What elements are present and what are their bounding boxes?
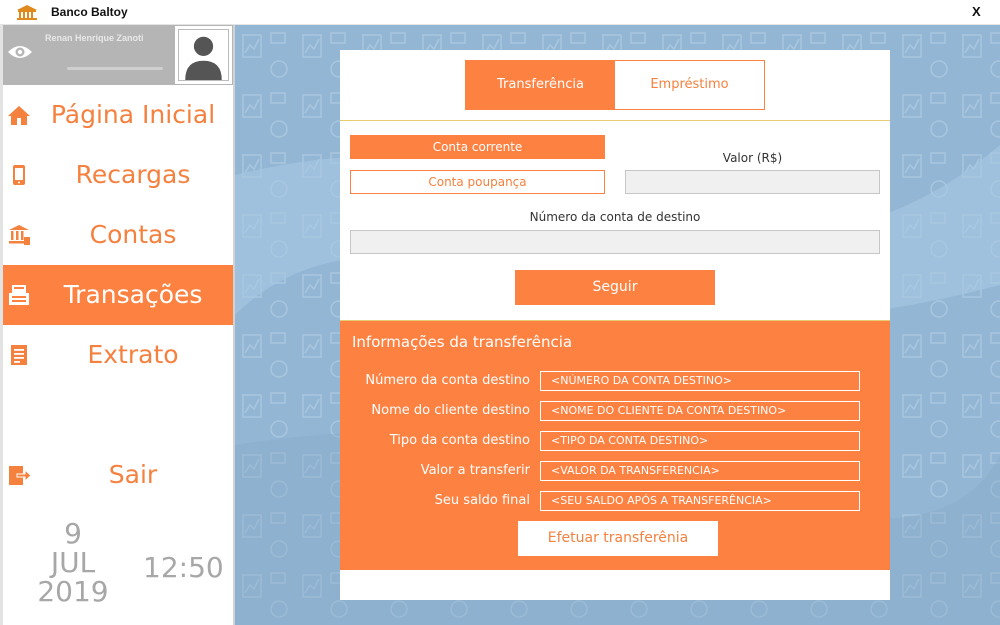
info-label-dest-type: Tipo da conta destino [389, 433, 530, 448]
title-bar: Banco Baltoy X [0, 0, 1000, 25]
sidebar-item-recargas[interactable]: Recargas [3, 145, 233, 205]
sidebar-item-label: Contas [89, 220, 177, 249]
statement-icon [11, 345, 27, 365]
phone-icon [13, 165, 25, 185]
avatar [175, 26, 232, 84]
info-label-amount: Valor a transferir [420, 463, 530, 478]
info-value-amount: <VALOR DA TRANSFERENCIA> [540, 461, 860, 481]
sidebar-item-label: Transações [63, 280, 203, 309]
sidebar: Renan Henrique Zanoti Página Inicial Rec… [0, 25, 235, 625]
user-silhouette-icon [185, 36, 222, 80]
info-value-dest-account: <NÚMERO DA CONTA DESTINO> [540, 371, 860, 391]
sidebar-item-label: Extrato [87, 340, 179, 369]
close-button[interactable]: X [972, 4, 981, 19]
sidebar-item-label: Recargas [75, 160, 191, 189]
window-title: Banco Baltoy [51, 5, 128, 19]
info-value-final-balance: <SEU SALDO APÓS A TRANSFERÊNCIA> [540, 491, 860, 511]
tab-emprestimo[interactable]: Empréstimo [615, 61, 764, 109]
amount-label: Valor (R$) [722, 151, 783, 165]
date-month: JUL [50, 546, 96, 579]
dest-account-field[interactable] [350, 230, 880, 254]
tab-transferencia[interactable]: Transferência [466, 61, 615, 109]
sidebar-item-home[interactable]: Página Inicial [3, 85, 233, 145]
eye-icon[interactable] [7, 43, 33, 61]
info-title: Informações da transferência [352, 333, 573, 351]
info-value-dest-client: <NOME DO CLIENTE DA CONTA DESTINO> [540, 401, 860, 421]
date-day: 9 [64, 517, 82, 550]
account-checking-button[interactable]: Conta corrente [350, 135, 605, 159]
sidebar-item-label: Página Inicial [50, 100, 216, 129]
bank-logo-icon [17, 5, 37, 20]
account-info-redacted [67, 67, 163, 70]
transaction-panel: Transferência Empréstimo Conta corrente … [340, 50, 890, 600]
current-time: 12:50 [143, 551, 224, 584]
tab-bar: Transferência Empréstimo [465, 60, 765, 110]
sidebar-item-label: Sair [108, 460, 158, 489]
transfer-info-section: Informações da transferência Número da c… [340, 320, 890, 570]
next-button[interactable]: Seguir [515, 270, 715, 305]
info-value-dest-type: <TIPO DA CONTA DESTINO> [540, 431, 860, 451]
bank-icon [9, 225, 30, 245]
sidebar-item-transacoes[interactable]: Transações [3, 265, 233, 325]
dest-account-label: Número da conta de destino [529, 210, 701, 224]
current-date: 9 JUL 2019 [33, 519, 113, 606]
submit-transfer-button[interactable]: Efetuar transferênia [518, 521, 718, 556]
info-label-dest-client: Nome do cliente destino [371, 403, 530, 418]
info-label-final-balance: Seu saldo final [434, 493, 530, 508]
logout-icon [9, 466, 31, 485]
info-label-dest-account: Número da conta destino [365, 373, 530, 388]
divider [340, 120, 890, 121]
amount-field[interactable] [625, 170, 880, 194]
user-name: Renan Henrique Zanoti [45, 33, 144, 43]
sidebar-item-extrato[interactable]: Extrato [3, 325, 233, 385]
sidebar-item-contas[interactable]: Contas [3, 205, 233, 265]
account-savings-button[interactable]: Conta poupança [350, 170, 605, 194]
atm-icon [9, 285, 29, 305]
date-year: 2019 [37, 575, 109, 608]
user-bar: Renan Henrique Zanoti [3, 25, 233, 85]
home-icon [8, 106, 30, 125]
sidebar-item-sair[interactable]: Sair [3, 445, 233, 505]
